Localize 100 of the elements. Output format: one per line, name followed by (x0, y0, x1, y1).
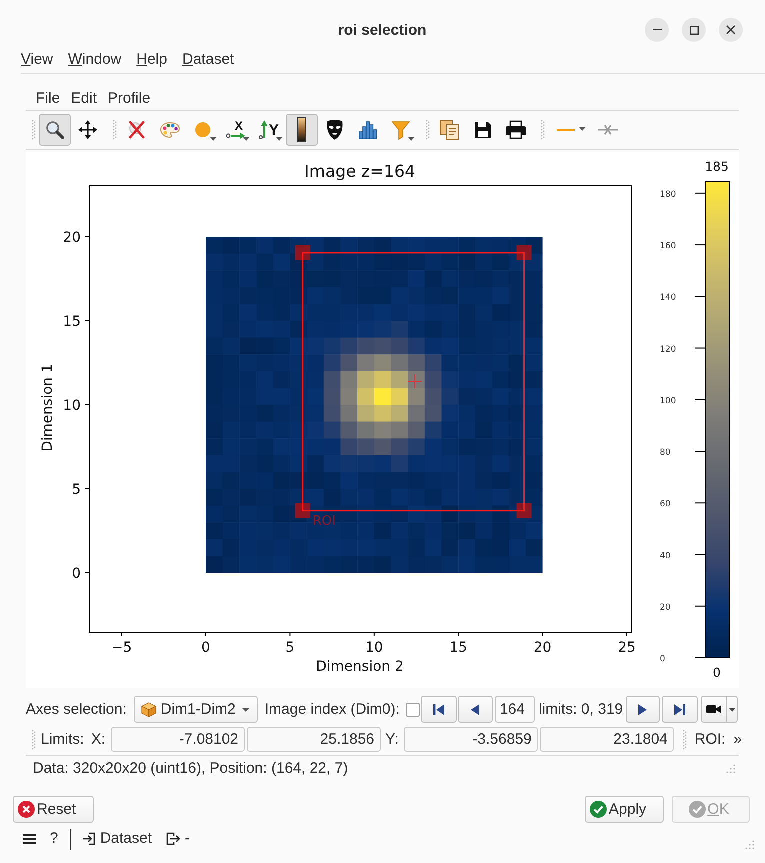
circle-marker-icon (195, 122, 211, 138)
grip-handle[interactable] (32, 730, 36, 750)
crossed-line-icon (597, 124, 619, 136)
resize-grip[interactable] (726, 764, 736, 774)
y-tick-label: 10 (63, 398, 81, 414)
grip-handle[interactable] (426, 120, 430, 140)
exit-icon (166, 832, 182, 846)
copy-icon (439, 119, 461, 141)
x-tick-label: 5 (286, 640, 295, 656)
arrow-right-icon (226, 132, 246, 140)
x-tick-label: 0 (202, 640, 210, 656)
histogram-icon (358, 120, 378, 140)
first-frame-button[interactable] (420, 696, 457, 723)
roi-label: ROI: (694, 731, 726, 748)
grip-handle[interactable] (682, 730, 687, 750)
y-axis-button[interactable]: Y (253, 114, 285, 146)
colorbar-tick-label: 40 (660, 551, 671, 562)
roi-rectangle[interactable] (302, 252, 526, 512)
y-tick-label: 5 (72, 482, 81, 498)
x-axis-label: Dimension 2 (316, 659, 404, 675)
menu-item[interactable]: Dataset (182, 51, 234, 69)
video-camera-icon (706, 704, 722, 715)
check-circle-icon (688, 801, 706, 818)
colorbar-button[interactable] (286, 114, 318, 146)
axes-selection-label: Axes selection: (26, 701, 127, 718)
mask-icon (325, 119, 345, 141)
image-index-field[interactable]: 164 (494, 696, 535, 723)
colorbar-tick-label: 140 (660, 293, 676, 304)
menu-item[interactable]: Window (68, 51, 122, 69)
triangle-right-icon (637, 702, 650, 716)
resize-grip[interactable] (745, 840, 755, 850)
previous-frame-button[interactable] (458, 696, 493, 723)
y-max-field[interactable]: 23.1804 (540, 727, 674, 752)
line-icon (557, 128, 575, 132)
last-frame-button[interactable] (662, 696, 698, 723)
four-way-arrow-icon (78, 120, 98, 140)
x-circle-icon (18, 801, 35, 818)
dataset-button[interactable]: Dataset (83, 830, 152, 848)
index-limits-label: limits: 0, 319 (538, 701, 624, 718)
y-tick-label: 20 (63, 230, 81, 246)
x-tick-label: 15 (450, 640, 468, 656)
grip-handle[interactable] (32, 120, 36, 140)
menu-item[interactable]: Help (136, 51, 168, 69)
x-axis-button[interactable]: X (220, 114, 252, 146)
close-button[interactable] (719, 18, 743, 42)
menu-item[interactable]: File (36, 90, 60, 108)
maximize-button[interactable] (682, 18, 706, 42)
colorbar-tick-label: 60 (660, 500, 671, 510)
menu-item[interactable]: View (21, 51, 54, 69)
checkbox[interactable] (406, 702, 420, 716)
colorbar-tick-label: 20 (660, 602, 671, 613)
enter-icon (83, 832, 96, 846)
funnel-icon (391, 120, 411, 140)
output-button[interactable]: - (166, 830, 190, 848)
x-tick-label: 10 (365, 640, 384, 656)
save-icon (473, 120, 493, 140)
menu-item[interactable]: Profile (108, 90, 151, 108)
menu-icon[interactable] (23, 834, 36, 844)
y-axis-label: Dimension 1 (40, 364, 56, 452)
reset-button[interactable]: Reset (13, 796, 94, 823)
x-tick-label: 25 (618, 640, 636, 656)
cube-icon (140, 702, 157, 718)
check-circle-icon (590, 801, 607, 818)
record-menu-button[interactable] (727, 696, 738, 723)
y-label: Y: (386, 731, 399, 748)
record-button[interactable] (701, 696, 728, 723)
minimize-icon (652, 29, 662, 31)
arrow-up-icon (258, 120, 268, 140)
close-icon (726, 25, 736, 35)
x-tick-label: −5 (111, 640, 132, 656)
skip-to-start-icon (432, 702, 446, 716)
x-max-field[interactable]: 25.1856 (246, 727, 381, 752)
center-marker-icon[interactable] (408, 374, 422, 389)
menu-item[interactable]: Edit (71, 90, 98, 108)
caret-icon (242, 708, 250, 712)
x-tick-label: 20 (534, 640, 552, 656)
y-min-field[interactable]: -3.56859 (404, 727, 538, 752)
next-frame-button[interactable] (626, 696, 660, 723)
window-title: roi selection (338, 22, 427, 38)
x-min-field[interactable]: -7.08102 (110, 727, 245, 752)
maximize-icon (690, 26, 698, 34)
axes-dropdown[interactable]: Dim1-Dim2 (134, 696, 258, 723)
apply-button[interactable]: Apply (585, 796, 664, 823)
colorbar-tick-label: 120 (660, 344, 676, 355)
more-button[interactable]: » (732, 730, 744, 748)
image-index-label: Image index (Dim0): (264, 701, 400, 718)
minimize-button[interactable] (645, 18, 669, 42)
colorbar-max-label: 185 (705, 159, 729, 174)
skip-to-end-icon (673, 702, 688, 716)
colorbar-tick-label: 100 (660, 396, 676, 406)
grip-handle[interactable] (541, 120, 545, 140)
grip-handle[interactable] (113, 120, 117, 140)
status-text: Data: 320x20x20 (uint16), Position: (164, 22, 7) (33, 760, 348, 777)
zoom-button[interactable] (39, 114, 71, 146)
colorbar-min-label: 0 (713, 665, 721, 680)
help-button[interactable]: ? (50, 830, 58, 848)
colorbar-tick-label: 80 (660, 448, 671, 458)
cross-mark-icon (127, 120, 147, 140)
printer-icon (505, 120, 527, 140)
y-tick-label: 0 (72, 566, 81, 582)
